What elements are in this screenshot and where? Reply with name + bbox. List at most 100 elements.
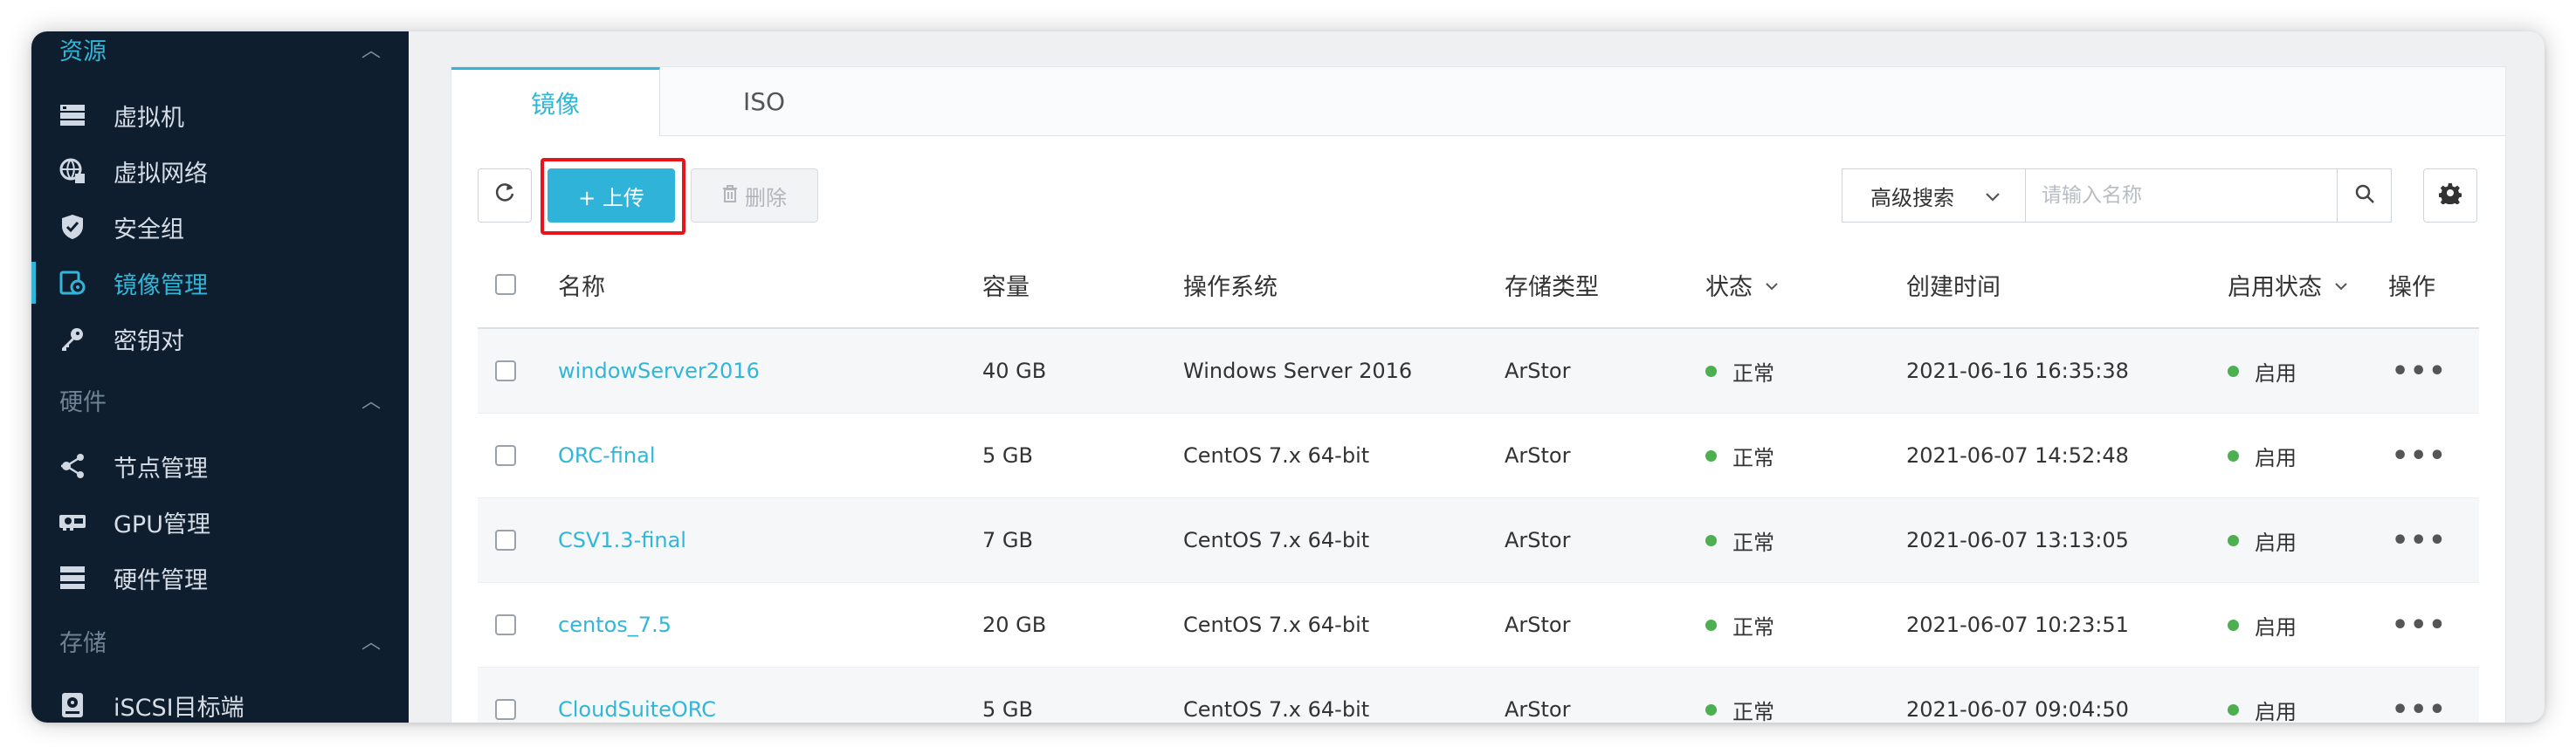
sidebar-section-resources[interactable]: 资源 ︿ bbox=[59, 31, 381, 66]
sidebar-item-keypair[interactable]: 密钥对 bbox=[31, 314, 409, 363]
status-text: 正常 bbox=[1732, 699, 1774, 723]
sidebar-item-security-group[interactable]: 安全组 bbox=[31, 202, 409, 251]
os-cell: Windows Server 2016 bbox=[1183, 359, 1413, 383]
row-checkbox[interactable] bbox=[495, 583, 516, 667]
status-text: 正常 bbox=[1732, 614, 1774, 640]
table-row: centos_7.5 20 GB CentOS 7.x 64-bit ArSto… bbox=[478, 583, 2479, 668]
sidebar-item-vnet[interactable]: 虚拟网络 bbox=[31, 147, 409, 195]
header-enabled[interactable]: 启用状态 bbox=[2228, 242, 2348, 327]
enabled-text: 启用 bbox=[2255, 445, 2297, 470]
chevron-up-icon: ︿ bbox=[361, 391, 381, 413]
sidebar: 资源 ︿ 虚拟机 虚拟网络 安全组 镜像管理 密钥对 硬件 ︿ 节点管理 GPU… bbox=[31, 31, 409, 723]
key-icon bbox=[58, 324, 87, 353]
enabled-cell: 启用 bbox=[2228, 583, 2297, 667]
status-cell: 正常 bbox=[1705, 668, 1774, 723]
nodes-icon bbox=[58, 451, 87, 481]
sidebar-item-label: 密钥对 bbox=[114, 327, 184, 355]
image-table: 名称 容量 操作系统 存储类型 状态 创建时间 启用状态 操作 windowSe… bbox=[478, 242, 2479, 723]
sidebar-item-hardware[interactable]: 硬件管理 bbox=[31, 553, 409, 602]
shield-icon bbox=[58, 212, 87, 242]
created-cell: 2021-06-07 09:04:50 bbox=[1906, 697, 2129, 722]
sidebar-item-nodes[interactable]: 节点管理 bbox=[31, 442, 409, 490]
search-group: 高级搜索 bbox=[1842, 168, 2392, 223]
image-name-link[interactable]: CSV1.3-final bbox=[558, 498, 686, 582]
more-actions-icon[interactable]: ••• bbox=[2392, 329, 2448, 413]
created-cell: 2021-06-07 14:52:48 bbox=[1906, 443, 2129, 468]
image-name-link[interactable]: centos_7.5 bbox=[558, 583, 672, 667]
app-window: 资源 ︿ 虚拟机 虚拟网络 安全组 镜像管理 密钥对 硬件 ︿ 节点管理 GPU… bbox=[31, 31, 2545, 723]
sidebar-item-iscsi[interactable]: iSCSI目标端 bbox=[31, 681, 409, 723]
created-cell: 2021-06-16 16:35:38 bbox=[1906, 359, 2129, 383]
header-storage: 存储类型 bbox=[1505, 273, 1599, 301]
more-actions-icon[interactable]: ••• bbox=[2392, 414, 2448, 497]
capacity-cell: 40 GB bbox=[982, 359, 1047, 383]
tab-bar: 镜像 ISO bbox=[451, 67, 2505, 136]
more-actions-icon[interactable]: ••• bbox=[2392, 583, 2448, 667]
tab-image[interactable]: 镜像 bbox=[451, 67, 660, 136]
table-row: CSV1.3-final 7 GB CentOS 7.x 64-bit ArSt… bbox=[478, 498, 2479, 583]
os-cell: CentOS 7.x 64-bit bbox=[1183, 528, 1370, 552]
status-cell: 正常 bbox=[1705, 498, 1774, 582]
sidebar-item-label: iSCSI目标端 bbox=[114, 694, 245, 722]
row-checkbox[interactable] bbox=[495, 498, 516, 582]
storage-cell: ArStor bbox=[1505, 359, 1571, 383]
delete-button[interactable]: 删除 bbox=[691, 168, 818, 223]
settings-button[interactable] bbox=[2423, 168, 2477, 223]
gear-icon bbox=[2438, 182, 2462, 209]
upload-button[interactable]: + 上传 bbox=[548, 168, 675, 223]
trash-icon bbox=[722, 183, 738, 208]
storage-cell: ArStor bbox=[1505, 528, 1571, 552]
status-dot bbox=[1705, 534, 1717, 546]
sidebar-item-gpu[interactable]: GPU管理 bbox=[31, 497, 409, 546]
row-checkbox[interactable] bbox=[495, 668, 516, 723]
enabled-cell: 启用 bbox=[2228, 414, 2297, 497]
capacity-cell: 7 GB bbox=[982, 528, 1033, 552]
globe-network-icon bbox=[58, 156, 87, 186]
sidebar-item-vm[interactable]: 虚拟机 bbox=[31, 91, 409, 140]
more-actions-icon[interactable]: ••• bbox=[2392, 498, 2448, 582]
status-dot bbox=[1705, 619, 1717, 631]
table-header: 名称 容量 操作系统 存储类型 状态 创建时间 启用状态 操作 bbox=[478, 242, 2479, 329]
more-actions-icon[interactable]: ••• bbox=[2392, 668, 2448, 723]
status-text: 正常 bbox=[1732, 530, 1774, 555]
os-cell: CentOS 7.x 64-bit bbox=[1183, 697, 1370, 722]
select-all-checkbox[interactable] bbox=[495, 242, 516, 327]
image-gear-icon bbox=[58, 268, 87, 298]
search-input[interactable] bbox=[2025, 168, 2338, 223]
os-cell: CentOS 7.x 64-bit bbox=[1183, 443, 1370, 468]
storage-cell: ArStor bbox=[1505, 697, 1571, 722]
sidebar-item-label: 虚拟机 bbox=[114, 104, 184, 132]
image-name-link[interactable]: CloudSuiteORC bbox=[558, 668, 716, 723]
chevron-down-icon bbox=[2334, 274, 2348, 295]
sidebar-item-image-management[interactable]: 镜像管理 bbox=[31, 258, 409, 307]
header-capacity: 容量 bbox=[982, 273, 1030, 301]
image-name-link[interactable]: ORC-final bbox=[558, 414, 656, 497]
row-checkbox[interactable] bbox=[495, 414, 516, 497]
search-button[interactable] bbox=[2338, 168, 2392, 223]
header-status[interactable]: 状态 bbox=[1705, 242, 1779, 327]
sidebar-section-hardware[interactable]: 硬件 ︿ bbox=[59, 382, 381, 417]
sidebar-item-label: GPU管理 bbox=[114, 511, 210, 538]
status-dot bbox=[1705, 365, 1717, 377]
image-panel: 镜像 ISO + 上传 删除 高级搜索 请输入名称 名称 容量 操作系统 存储类… bbox=[451, 66, 2506, 723]
status-text: 正常 bbox=[1732, 445, 1774, 470]
created-cell: 2021-06-07 13:13:05 bbox=[1906, 528, 2129, 552]
enabled-dot bbox=[2228, 365, 2239, 377]
advanced-search-select[interactable]: 高级搜索 bbox=[1842, 168, 2025, 223]
header-status-label: 状态 bbox=[1705, 273, 1753, 301]
refresh-button[interactable] bbox=[478, 168, 532, 223]
sidebar-section-storage[interactable]: 存储 ︿ bbox=[59, 623, 381, 658]
enabled-dot bbox=[2228, 703, 2239, 716]
tab-iso[interactable]: ISO bbox=[659, 67, 869, 135]
enabled-text: 启用 bbox=[2255, 360, 2297, 386]
image-name-link[interactable]: windowServer2016 bbox=[558, 329, 760, 413]
status-cell: 正常 bbox=[1705, 329, 1774, 413]
os-cell: CentOS 7.x 64-bit bbox=[1183, 613, 1370, 637]
enabled-cell: 启用 bbox=[2228, 329, 2297, 413]
upload-label: + 上传 bbox=[578, 185, 644, 210]
header-created: 创建时间 bbox=[1906, 273, 2001, 301]
capacity-cell: 5 GB bbox=[982, 697, 1033, 722]
row-checkbox[interactable] bbox=[495, 329, 516, 413]
gpu-icon bbox=[58, 507, 87, 537]
sidebar-item-label: 镜像管理 bbox=[114, 271, 208, 299]
